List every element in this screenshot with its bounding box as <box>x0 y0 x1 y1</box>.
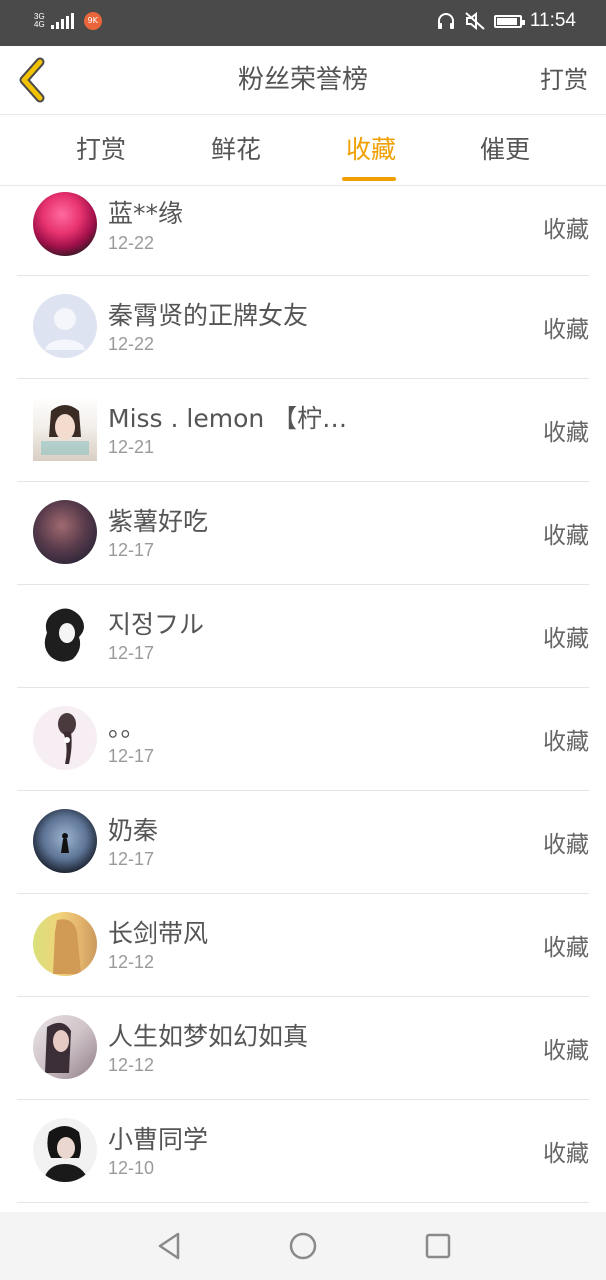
nav-recents-button[interactable] <box>420 1228 456 1264</box>
nav-home-button[interactable] <box>285 1228 321 1264</box>
avatar <box>33 500 97 564</box>
collect-date: 12-17 <box>108 540 155 560</box>
avatar <box>33 397 97 461</box>
avatar <box>33 1015 97 1079</box>
list-item[interactable]: 秦霄贤的正牌女友 12-22 收藏 <box>17 276 589 379</box>
user-name: 奶秦 <box>108 816 159 845</box>
collect-date: 12-17 <box>108 746 155 766</box>
user-name: 。。 <box>108 713 146 742</box>
network-type: 3G 4G <box>34 13 45 29</box>
list-item[interactable]: 人生如梦如幻如真 12-12 收藏 <box>17 997 589 1100</box>
signal-icon <box>50 13 74 29</box>
collect-date: 12-21 <box>108 437 155 457</box>
avatar <box>33 603 97 667</box>
list-item[interactable]: Miss . lemon 【柠… 12-21 收藏 <box>17 379 589 482</box>
battery-icon <box>493 14 525 28</box>
system-nav-bar <box>0 1212 606 1280</box>
home-circle-icon <box>289 1232 317 1260</box>
list-item[interactable]: 小曹同学 12-10 收藏 <box>17 1100 589 1203</box>
action-label: 收藏 <box>543 729 589 755</box>
collect-date: 12-22 <box>108 233 155 253</box>
user-name: 人生如梦如幻如真 <box>108 1022 309 1051</box>
list-item[interactable]: 蓝**缘 12-22 收藏 <box>17 186 589 276</box>
list-item[interactable]: 지정フル 12-17 收藏 <box>17 585 589 688</box>
tab-collect[interactable]: 收藏 <box>311 115 431 185</box>
tab-reward[interactable]: 打赏 <box>41 115 161 185</box>
status-left: 3G 4G 9K <box>34 12 102 30</box>
user-name: 秦霄贤的正牌女友 <box>108 301 309 330</box>
action-label: 收藏 <box>543 626 589 652</box>
fan-list: 蓝**缘 12-22 收藏 秦霄贤的正牌女友 12-22 收藏 Miss . l… <box>0 186 606 1203</box>
back-triangle-icon <box>158 1232 180 1260</box>
avatar <box>33 912 97 976</box>
collect-date: 12-22 <box>108 334 155 354</box>
network-sub-label: 4G <box>34 20 45 29</box>
user-name: 蓝**缘 <box>108 199 184 228</box>
action-label: 收藏 <box>543 1038 589 1064</box>
collect-date: 12-10 <box>108 1158 155 1178</box>
list-item[interactable]: 紫薯好吃 12-17 收藏 <box>17 482 589 585</box>
user-name: 小曹同学 <box>108 1125 209 1154</box>
collect-date: 12-17 <box>108 643 155 663</box>
tab-urge[interactable]: 催更 <box>445 115 565 185</box>
tab-bar: 打赏 鲜花 收藏 催更 <box>0 115 606 186</box>
collect-date: 12-17 <box>108 849 155 869</box>
default-avatar-icon <box>45 308 85 350</box>
nav-back-button[interactable] <box>152 1228 188 1264</box>
app-header: 粉丝荣誉榜 打赏 <box>0 46 606 115</box>
action-label: 收藏 <box>543 420 589 446</box>
avatar <box>33 294 97 358</box>
tab-flowers[interactable]: 鲜花 <box>176 115 296 185</box>
list-item[interactable]: 奶秦 12-17 收藏 <box>17 791 589 894</box>
action-label: 收藏 <box>543 217 589 243</box>
status-time: 11:54 <box>529 10 576 31</box>
avatar <box>33 809 97 873</box>
avatar <box>33 706 97 770</box>
recents-square-icon <box>425 1233 451 1259</box>
list-item[interactable]: 长剑带风 12-12 收藏 <box>17 894 589 997</box>
action-label: 收藏 <box>543 317 589 343</box>
list-item[interactable]: 。。 12-17 收藏 <box>17 688 589 791</box>
headset-icon <box>437 13 454 29</box>
collect-date: 12-12 <box>108 952 155 972</box>
collect-date: 12-12 <box>108 1055 155 1075</box>
user-name: 지정フル <box>108 610 205 639</box>
user-name: 紫薯好吃 <box>108 507 209 536</box>
action-label: 收藏 <box>543 1141 589 1167</box>
mute-icon <box>465 11 485 31</box>
reward-button[interactable]: 打赏 <box>540 46 588 114</box>
user-name: 长剑带风 <box>108 919 209 948</box>
page-title: 粉丝荣誉榜 <box>237 65 368 95</box>
action-label: 收藏 <box>543 935 589 961</box>
status-right: 11:54 <box>436 10 576 32</box>
action-label: 收藏 <box>543 832 589 858</box>
avatar <box>33 192 97 256</box>
app-notification-icon: 9K <box>83 12 102 30</box>
avatar <box>33 1118 97 1182</box>
user-name: Miss . lemon 【柠… <box>108 404 348 433</box>
action-label: 收藏 <box>543 523 589 549</box>
status-bar: 3G 4G 9K 11:54 <box>0 0 606 46</box>
